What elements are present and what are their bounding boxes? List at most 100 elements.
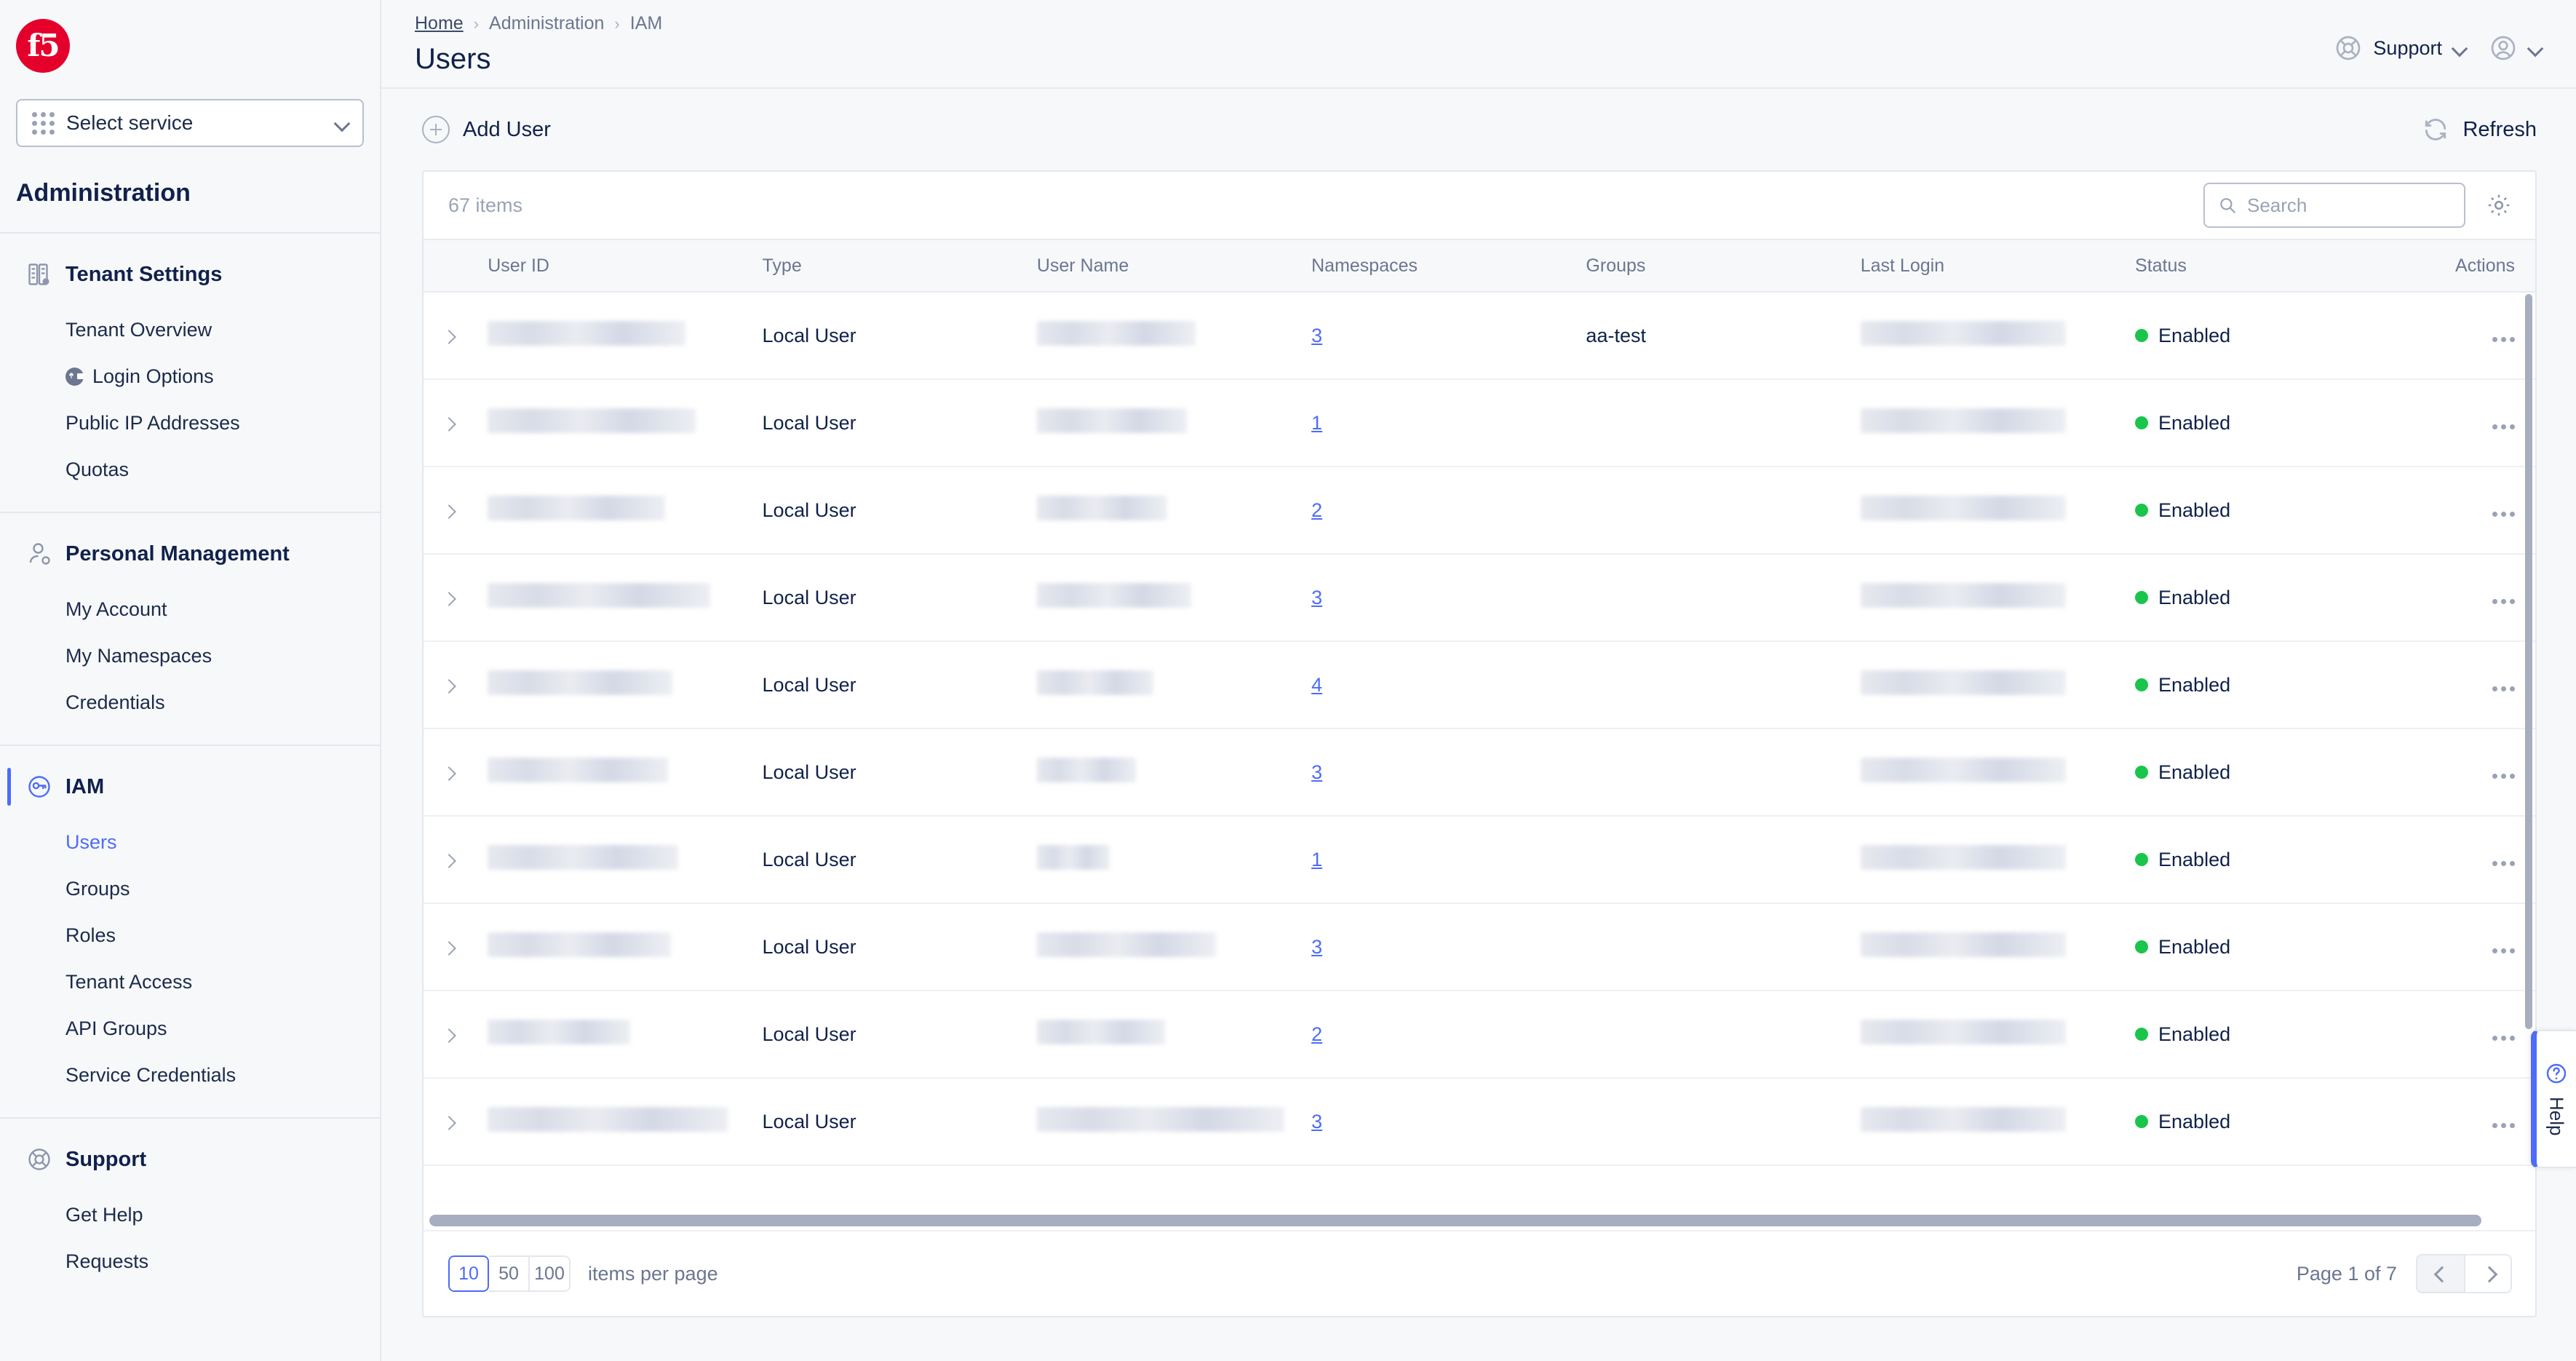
kebab-menu-icon[interactable]: [2492, 424, 2515, 429]
refresh-button[interactable]: Refresh: [2422, 116, 2537, 143]
kebab-menu-icon[interactable]: [2492, 948, 2515, 953]
row-expand-cell[interactable]: [424, 1078, 475, 1166]
add-user-button[interactable]: Add User: [422, 116, 551, 143]
sidebar-item-service-credentials[interactable]: Service Credentials: [0, 1052, 380, 1098]
namespaces-link[interactable]: 4: [1311, 674, 1322, 696]
sidebar-item-requests[interactable]: Requests: [0, 1238, 380, 1285]
kebab-menu-icon[interactable]: [2492, 1035, 2515, 1041]
namespaces-link[interactable]: 3: [1311, 936, 1322, 958]
sidebar-item-my-namespaces[interactable]: My Namespaces: [0, 632, 380, 679]
table-row[interactable]: Local User 3 Enabled: [424, 554, 2535, 642]
table-row[interactable]: Local User 1 Enabled: [424, 379, 2535, 467]
breadcrumb-item-home[interactable]: Home: [415, 13, 464, 34]
table-row[interactable]: Local User 2 Enabled: [424, 991, 2535, 1079]
table-row[interactable]: Local User 3 aa-test Enabled: [424, 292, 2535, 380]
select-service-dropdown[interactable]: Select service: [16, 99, 364, 147]
brand-logo[interactable]: f5: [0, 0, 380, 89]
sidebar-item-my-account[interactable]: My Account: [0, 586, 380, 632]
cell-type: Local User: [749, 292, 1024, 380]
col-groups[interactable]: Groups: [1573, 239, 1848, 293]
account-menu[interactable]: [2489, 33, 2543, 63]
table-row[interactable]: Local User 3 Enabled: [424, 903, 2535, 991]
page-size-50[interactable]: 50: [489, 1255, 530, 1292]
kebab-menu-icon[interactable]: [2492, 598, 2515, 604]
col-namespaces[interactable]: Namespaces: [1298, 239, 1573, 293]
scrollbar-thumb[interactable]: [429, 1215, 2481, 1226]
sidebar-item-personal-management[interactable]: Personal Management: [0, 535, 380, 573]
sidebar-item-tenant-settings[interactable]: Tenant Settings: [0, 255, 380, 293]
col-user-id[interactable]: User ID: [474, 239, 750, 293]
next-page-button[interactable]: [2464, 1254, 2512, 1293]
namespaces-link[interactable]: 2: [1311, 499, 1322, 521]
table-row[interactable]: Local User 1 Enabled: [424, 816, 2535, 904]
redacted-value: [1860, 495, 2066, 520]
namespaces-link[interactable]: 3: [1311, 587, 1322, 608]
row-expand-cell[interactable]: [424, 467, 475, 555]
sidebar-item-credentials[interactable]: Credentials: [0, 679, 380, 726]
sidebar-item-tenant-overview[interactable]: Tenant Overview: [0, 306, 380, 353]
col-status[interactable]: Status: [2122, 239, 2397, 293]
row-expand-cell[interactable]: [424, 816, 475, 904]
row-expand-cell[interactable]: [424, 379, 475, 467]
previous-page-button[interactable]: [2416, 1254, 2464, 1293]
pagination: Page 1 of 7: [2297, 1254, 2512, 1293]
sidebar-item-users[interactable]: Users: [0, 819, 380, 865]
namespaces-link[interactable]: 2: [1311, 1023, 1322, 1045]
page-size-10[interactable]: 10: [448, 1255, 489, 1292]
namespaces-link[interactable]: 1: [1311, 849, 1322, 870]
namespaces-link[interactable]: 3: [1311, 325, 1322, 346]
table-row[interactable]: Local User 3 Enabled: [424, 729, 2535, 817]
cell-actions: [2396, 991, 2535, 1079]
sidebar-item-label: IAM: [65, 774, 105, 798]
row-expand-cell[interactable]: [424, 292, 475, 380]
namespaces-link[interactable]: 1: [1311, 412, 1322, 434]
support-menu[interactable]: Support: [2334, 33, 2467, 63]
row-expand-cell[interactable]: [424, 641, 475, 729]
namespaces-link[interactable]: 3: [1311, 1111, 1322, 1132]
status-label: Enabled: [2158, 935, 2231, 958]
page-size-100[interactable]: 100: [530, 1255, 571, 1292]
cell-groups: [1573, 991, 1848, 1079]
sidebar-item-login-options[interactable]: Login Options: [0, 353, 380, 400]
breadcrumb-item-iam[interactable]: IAM: [630, 13, 662, 34]
sidebar-item-roles[interactable]: Roles: [0, 912, 380, 959]
sidebar-item-quotas[interactable]: Quotas: [0, 446, 380, 493]
sidebar-item-groups[interactable]: Groups: [0, 865, 380, 912]
table-row[interactable]: Local User 2 Enabled: [424, 467, 2535, 555]
nav-group-support: Support Get Help Requests: [0, 1119, 380, 1304]
col-last-login[interactable]: Last Login: [1847, 239, 2123, 293]
redacted-value: [488, 320, 686, 346]
kebab-menu-icon[interactable]: [2492, 511, 2515, 517]
cell-namespaces: 3: [1298, 903, 1573, 991]
sidebar-item-api-groups[interactable]: API Groups: [0, 1005, 380, 1052]
f5-logo-icon: f5: [16, 19, 70, 73]
namespaces-link[interactable]: 3: [1311, 761, 1322, 783]
breadcrumb-item-administration[interactable]: Administration: [489, 13, 604, 34]
cell-status: Enabled: [2122, 991, 2397, 1079]
sidebar-item-iam[interactable]: IAM: [0, 768, 380, 806]
kebab-menu-icon[interactable]: [2492, 1122, 2515, 1128]
row-expand-cell[interactable]: [424, 991, 475, 1079]
sidebar-item-get-help[interactable]: Get Help: [0, 1191, 380, 1238]
table-horizontal-scrollbar[interactable]: [424, 1211, 2535, 1231]
row-expand-cell[interactable]: [424, 554, 475, 642]
col-user-name[interactable]: User Name: [1023, 239, 1299, 293]
col-type[interactable]: Type: [749, 239, 1024, 293]
table-row[interactable]: Local User 3 Enabled: [424, 1078, 2535, 1166]
kebab-menu-icon[interactable]: [2492, 773, 2515, 779]
help-tab[interactable]: Help: [2531, 1030, 2576, 1168]
sidebar-item-tenant-access[interactable]: Tenant Access: [0, 959, 380, 1005]
table-vertical-scrollbar[interactable]: [2525, 294, 2532, 1029]
row-expand-cell[interactable]: [424, 729, 475, 817]
kebab-menu-icon[interactable]: [2492, 336, 2515, 342]
search-box[interactable]: [2203, 183, 2465, 228]
search-input[interactable]: [2247, 194, 2451, 217]
sidebar-item-support[interactable]: Support: [0, 1140, 380, 1178]
gear-icon[interactable]: [2486, 192, 2512, 218]
kebab-menu-icon[interactable]: [2492, 860, 2515, 866]
table-row[interactable]: Local User 4 Enabled: [424, 641, 2535, 729]
cell-type: Local User: [749, 467, 1024, 555]
sidebar-item-public-ip-addresses[interactable]: Public IP Addresses: [0, 400, 380, 446]
kebab-menu-icon[interactable]: [2492, 686, 2515, 691]
row-expand-cell[interactable]: [424, 903, 475, 991]
